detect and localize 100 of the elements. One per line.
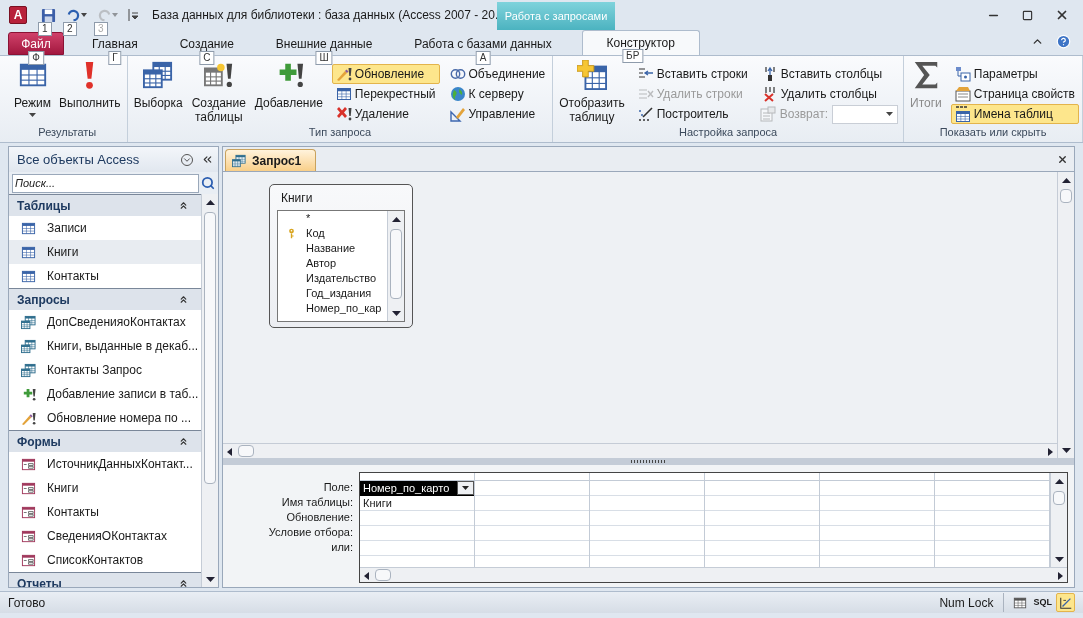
view-button[interactable] xyxy=(1056,593,1075,612)
ribbon-button[interactable]: Перекрестный xyxy=(331,84,440,104)
scroll-thumb[interactable] xyxy=(1060,189,1072,203)
search-field[interactable]: Поиск... xyxy=(12,173,199,193)
scrollbar[interactable] xyxy=(201,194,218,587)
nav-item[interactable]: СписокКонтактов xyxy=(9,548,201,572)
scroll-down-icon[interactable] xyxy=(205,576,215,582)
undo-button[interactable] xyxy=(66,7,87,23)
group-header[interactable]: Формы xyxy=(9,430,201,452)
ribbon-button[interactable]: Выборка xyxy=(130,56,186,124)
keytip: А xyxy=(475,51,491,65)
scroll-up-icon[interactable] xyxy=(391,216,401,222)
scroll-right-icon[interactable] xyxy=(1048,448,1053,456)
scroll-thumb[interactable] xyxy=(390,229,402,299)
table-box[interactable]: Книги * Код Название Автор Издательство Год_издания Номер_по_кар xyxy=(269,184,413,328)
field-item[interactable]: Год_издания xyxy=(278,286,387,301)
nav-item[interactable]: ДопСведенияоКонтактах xyxy=(9,310,201,334)
close-icon[interactable] xyxy=(1057,154,1068,165)
ribbon-button[interactable]: Имена таблиц xyxy=(950,104,1079,124)
collapse-group-icon xyxy=(178,200,189,211)
field-item[interactable]: Код xyxy=(278,226,387,241)
group-header[interactable]: Запросы xyxy=(9,288,201,310)
scroll-left-icon[interactable] xyxy=(364,572,369,580)
query-icon xyxy=(21,338,36,354)
nav-item[interactable]: СведенияОКонтактах xyxy=(9,524,201,548)
nav-item[interactable]: ИсточникДанныхКонтакт... xyxy=(9,452,201,476)
ribbon-button[interactable]: Обновление xyxy=(331,64,440,84)
horizontal-scrollbar[interactable] xyxy=(223,443,1057,458)
scroll-up-icon[interactable] xyxy=(1054,478,1064,484)
scroll-down-icon[interactable] xyxy=(1061,447,1071,453)
maximize-icon[interactable] xyxy=(1022,9,1033,21)
scroll-up-icon[interactable] xyxy=(205,199,215,205)
search-icon[interactable] xyxy=(201,176,215,190)
pencil-exclamation-icon xyxy=(335,66,352,82)
field-item[interactable]: Название xyxy=(278,241,387,256)
ribbon-button[interactable]: Параметры xyxy=(950,64,1079,84)
property-sheet-icon xyxy=(954,86,971,102)
table-list-icon xyxy=(759,106,776,122)
tables-icon xyxy=(143,60,174,90)
keytip: Г xyxy=(108,51,122,65)
key-icon xyxy=(286,228,297,239)
nav-item[interactable]: Контакты xyxy=(9,500,201,524)
field-item[interactable]: Автор xyxy=(278,256,387,271)
ribbon-button[interactable]: Страница свойств xyxy=(950,84,1079,104)
pencil-exclamation-icon xyxy=(21,410,36,426)
field-item[interactable]: Издательство xyxy=(278,271,387,286)
scroll-up-icon[interactable] xyxy=(1061,177,1071,183)
scrollbar[interactable] xyxy=(1057,172,1074,458)
field-item[interactable]: Номер_по_кар xyxy=(278,301,387,316)
save-icon xyxy=(41,7,56,23)
ribbon-button[interactable]: Удалить столбцы xyxy=(757,84,901,104)
group-header[interactable]: Таблицы xyxy=(9,194,201,216)
undo-icon xyxy=(66,7,81,23)
parameters-icon xyxy=(954,66,971,82)
scrollbar[interactable] xyxy=(1050,473,1067,567)
grid-cell[interactable]: Книги xyxy=(360,494,392,512)
scroll-left-icon[interactable] xyxy=(227,448,232,456)
nav-item[interactable]: Контакты xyxy=(9,264,201,288)
nav-item[interactable]: Добавление записи в таб... xyxy=(9,382,201,406)
save-button[interactable] xyxy=(41,7,56,23)
globe-icon xyxy=(449,86,466,102)
keytip: Ш xyxy=(315,51,333,65)
nav-item[interactable]: Книги xyxy=(9,240,201,264)
collapse-icon[interactable] xyxy=(201,153,214,166)
group-header[interactable]: Отчеты xyxy=(9,572,201,587)
datasheet-icon xyxy=(1013,595,1027,610)
status-text: Готово xyxy=(8,594,46,612)
ribbon-button[interactable]: Вставить строки xyxy=(633,64,752,84)
help-icon[interactable] xyxy=(1056,34,1071,49)
grid-icon xyxy=(335,86,352,102)
scroll-thumb[interactable] xyxy=(375,569,391,581)
scroll-down-icon[interactable] xyxy=(391,310,401,316)
cross-exclamation-icon xyxy=(335,106,352,122)
view-button[interactable]: SQL xyxy=(1032,593,1053,612)
keytip: С xyxy=(199,51,215,65)
nav-item[interactable]: Записи xyxy=(9,216,201,240)
ribbon-button[interactable]: Объединение xyxy=(445,64,550,84)
form-icon xyxy=(21,552,36,568)
ribbon-button[interactable]: Построитель xyxy=(633,104,752,124)
nav-item[interactable]: Контакты Запрос xyxy=(9,358,201,382)
horizontal-scrollbar[interactable] xyxy=(360,567,1067,582)
nav-item[interactable]: Книги xyxy=(9,476,201,500)
ribbon-button[interactable]: Управление xyxy=(445,104,550,124)
scroll-down-icon[interactable] xyxy=(1054,556,1064,562)
nav-item[interactable]: Книги, выданные в декаб... xyxy=(9,334,201,358)
ribbon-button[interactable]: К серверу xyxy=(445,84,550,104)
customize-icon[interactable] xyxy=(128,9,138,21)
scroll-thumb[interactable] xyxy=(1053,491,1065,505)
ribbon-button[interactable]: Удаление xyxy=(331,104,440,124)
field-item[interactable]: * xyxy=(278,211,387,226)
scroll-thumb[interactable] xyxy=(204,212,216,484)
scroll-thumb[interactable] xyxy=(238,445,254,457)
close-icon[interactable] xyxy=(1055,8,1069,22)
scroll-right-icon[interactable] xyxy=(1058,572,1063,580)
table-icon xyxy=(21,244,36,260)
nav-item[interactable]: Обновление номера по ... xyxy=(9,406,201,430)
scrollbar[interactable] xyxy=(387,211,404,321)
ribbon-button[interactable]: Вставить столбцы xyxy=(757,64,901,84)
document-tab[interactable]: Запрос1 xyxy=(225,149,317,171)
table-icon xyxy=(21,268,36,284)
